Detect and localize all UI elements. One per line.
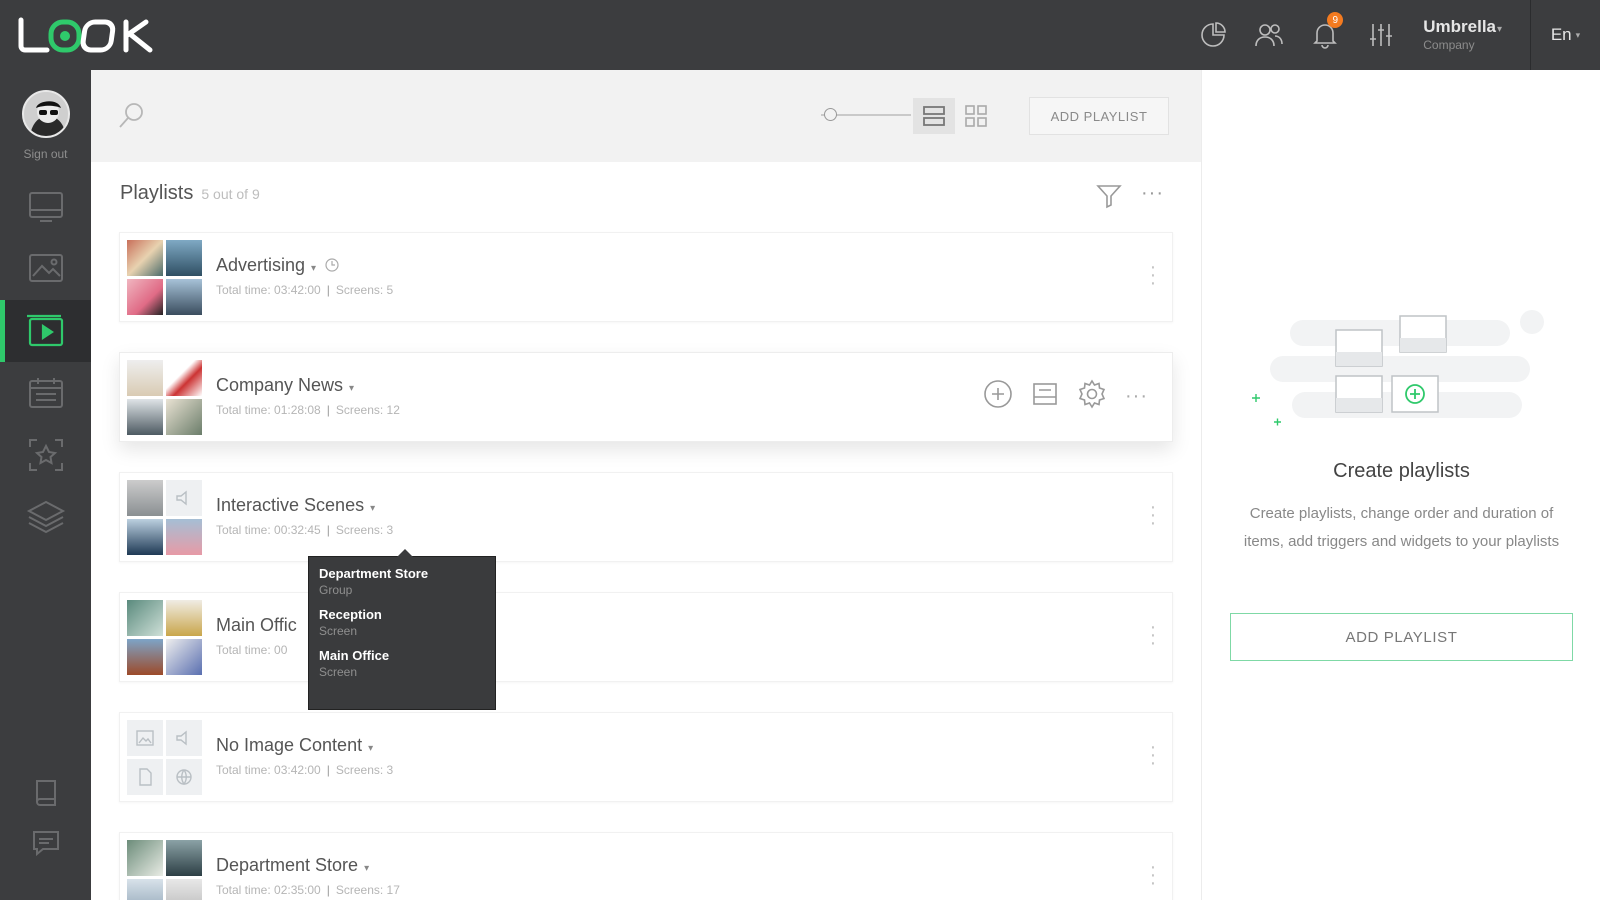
list-view-button[interactable] (913, 98, 955, 134)
language-selector[interactable]: En ▾ (1530, 0, 1600, 70)
playlists-illustration (1252, 300, 1552, 455)
top-bar: 9 Umbrella Company ▾ En ▾ (0, 0, 1600, 70)
tooltip-item[interactable]: Department Store Group (319, 565, 485, 598)
add-playlist-button[interactable]: ADD PLAYLIST (1230, 613, 1573, 661)
empty-state-description: Create playlists, change order and durat… (1243, 505, 1560, 550)
kebab-menu-icon[interactable]: · · · (1148, 617, 1158, 653)
playlists-panel: ADD PLAYLIST Playlists 5 out of 9 ··· Ad… (91, 70, 1201, 900)
widgets-icon[interactable] (0, 424, 91, 486)
playlist-name[interactable]: Interactive Scenes ▾ (216, 495, 375, 516)
empty-state-title: Create playlists (1333, 460, 1470, 482)
page-title: Playlists (120, 182, 194, 204)
playlist-thumbnails (127, 480, 203, 556)
avatar[interactable] (22, 90, 70, 138)
notification-badge: 9 (1327, 12, 1344, 28)
zoom-slider-handle[interactable] (824, 108, 837, 121)
schedule-icon[interactable] (0, 362, 91, 424)
playlist-row[interactable]: Company News ▾ Total time: 01:28:08 | Scree… (119, 352, 1173, 442)
playlist-name[interactable]: No Image Content ▾ (216, 735, 373, 756)
playlist-meta: Total time: 03:42:00 | Screens: 3 (216, 763, 394, 777)
media-icon[interactable] (0, 238, 91, 300)
screens-tooltip: Department Store Group Reception Screen … (308, 549, 496, 710)
bell-icon[interactable]: 9 (1297, 0, 1353, 70)
playlist-row[interactable]: Interactive Scenes ▾ Total time: 00:32:45… (119, 472, 1173, 562)
more-options-icon[interactable]: ··· (1125, 385, 1148, 408)
playlist-meta: Total time: 01:28:08 | Screens: 12 (216, 403, 400, 417)
kebab-menu-icon[interactable]: · · · (1148, 857, 1158, 893)
sidebar: Sign out (0, 70, 91, 900)
playlist-name[interactable]: Advertising ▾ (216, 255, 339, 276)
more-options-icon[interactable]: ··· (1141, 182, 1164, 205)
empty-state-panel: Create playlists Create playlists, chang… (1201, 70, 1600, 900)
account-menu[interactable]: Umbrella Company ▾ (1409, 0, 1530, 70)
grid-view-button[interactable] (955, 98, 997, 134)
clock-icon (325, 258, 339, 272)
kebab-menu-icon[interactable]: · · · (1148, 737, 1158, 773)
playlist-thumbnails (127, 360, 203, 436)
settings-sliders-icon[interactable] (1353, 0, 1409, 70)
zoom-slider[interactable] (821, 108, 911, 121)
playlist-row[interactable]: Advertising ▾ Total time: 03:42:00 | Screen… (119, 232, 1173, 322)
playlist-meta: Total time: 00:32:45 | Screens: 3 (216, 523, 394, 537)
gear-icon[interactable] (1077, 379, 1107, 414)
audio-placeholder-icon (166, 720, 202, 756)
chevron-down-icon[interactable]: ▾ (349, 383, 354, 394)
chevron-down-icon[interactable]: ▾ (368, 743, 373, 754)
sign-out-link[interactable]: Sign out (0, 147, 91, 161)
screens-icon[interactable] (0, 176, 91, 238)
playlist-thumbnails (127, 240, 203, 316)
add-circle-icon[interactable] (983, 379, 1013, 414)
users-icon[interactable] (1241, 0, 1297, 70)
playlist-name[interactable]: Department Store ▾ (216, 855, 369, 876)
playlists-icon[interactable] (0, 300, 91, 362)
chevron-down-icon: ▾ (1575, 29, 1581, 40)
playlist-row[interactable]: Main Offic Total time: 00 · · · (119, 592, 1173, 682)
tooltip-item[interactable]: Reception Screen (319, 606, 485, 639)
chevron-down-icon[interactable]: ▾ (311, 263, 316, 274)
language-label: En (1550, 25, 1572, 44)
search-icon[interactable] (117, 100, 147, 135)
look-logo[interactable] (18, 14, 160, 56)
playlist-meta: Total time: 02:35:00 | Screens: 17 (216, 883, 400, 897)
account-name: Umbrella (1423, 17, 1496, 36)
chevron-down-icon: ▾ (1496, 24, 1502, 35)
layers-icon[interactable] (0, 486, 91, 548)
toolbar: ADD PLAYLIST (91, 70, 1201, 162)
playlist-count: 5 out of 9 (201, 186, 260, 202)
chat-icon[interactable] (0, 812, 91, 874)
playlist-thumbnails (127, 720, 203, 796)
document-placeholder-icon (127, 759, 163, 795)
playlist-meta: Total time: 03:42:00 | Screens: 5 (216, 283, 394, 297)
chevron-down-icon[interactable]: ▾ (364, 863, 369, 874)
playlist-row[interactable]: No Image Content ▾ Total time: 03:42:00 | S… (119, 712, 1173, 802)
playlist-thumbnails (127, 600, 203, 676)
playlist-thumbnails (127, 840, 203, 900)
tooltip-item[interactable]: Main Office Screen (319, 647, 485, 680)
playlist-name[interactable]: Company News ▾ (216, 375, 354, 396)
chevron-down-icon[interactable]: ▾ (370, 503, 375, 514)
image-placeholder-icon (127, 720, 163, 756)
kebab-menu-icon[interactable]: · · · (1148, 497, 1158, 533)
kebab-menu-icon[interactable]: · · · (1148, 257, 1158, 293)
preview-screen-icon[interactable] (1031, 380, 1059, 413)
playlist-name[interactable]: Main Offic (216, 615, 297, 636)
add-playlist-button[interactable]: ADD PLAYLIST (1029, 97, 1169, 135)
analytics-icon[interactable] (1185, 0, 1241, 70)
playlist-row[interactable]: Department Store ▾ Total time: 02:35:00 | S… (119, 832, 1173, 900)
list-header: Playlists 5 out of 9 (120, 182, 260, 205)
filter-icon[interactable] (1095, 182, 1123, 215)
web-placeholder-icon (166, 759, 202, 795)
account-role: Company (1423, 38, 1475, 52)
playlist-meta: Total time: 00 (216, 643, 288, 657)
